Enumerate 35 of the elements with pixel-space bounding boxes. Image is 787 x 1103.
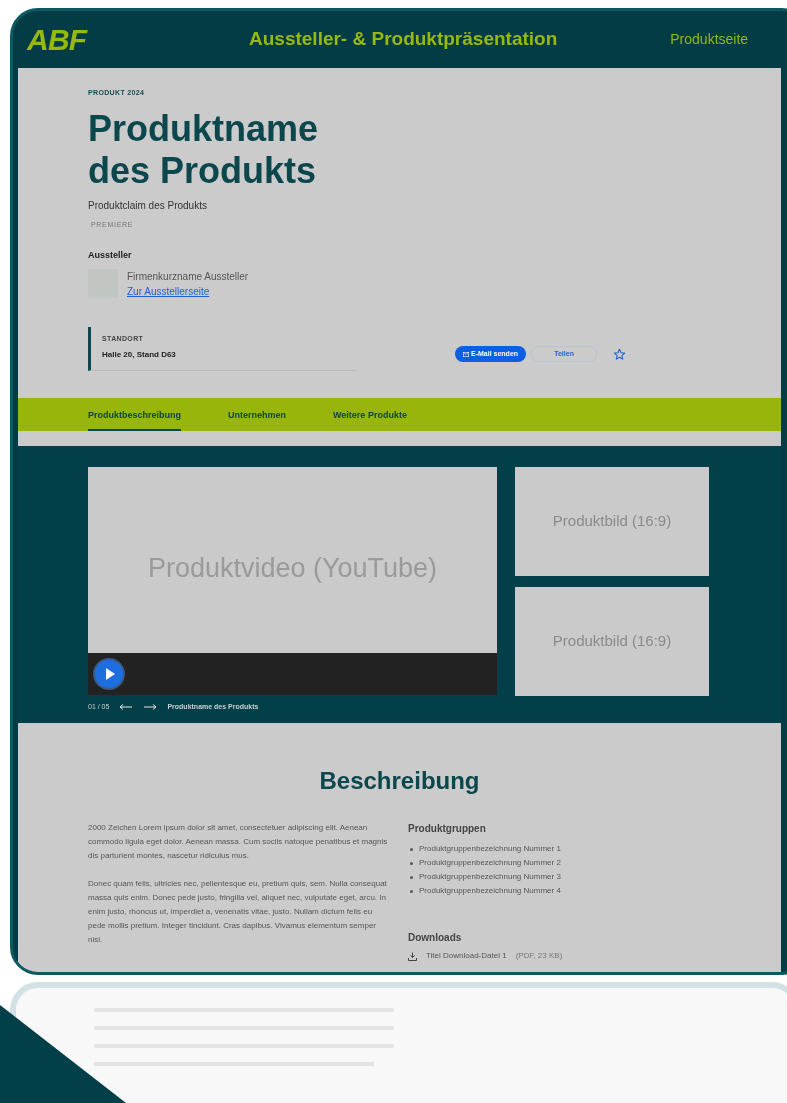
tab[interactable]: Unternehmen [228, 403, 287, 431]
product-claim: Produktclaim des Produkts [88, 198, 208, 213]
list-item: Produktgruppenbezeichnung Nummer 4 [419, 885, 561, 897]
downloads-heading: Downloads [408, 931, 463, 945]
paragraph: Donec quam felis, ultricies nec, pellentesque eu, pretium quis, sem. Nulla consequat massa quis enim. Donec pede justo, fringilla vel, aliquet nec, vulputate eget, arcu. In enim justo, rhoncus ut, imperdiet a, venenatis vitae, justo. Nullam dictum felis eu pede mollis pretium. Integer tincidunt. Cras dapibus. Vivamus elementum semper nisi. [88, 878, 388, 946]
product-name: Produktname des Produkts [88, 107, 320, 192]
download-icon[interactable] [408, 951, 417, 961]
bullet-icon [410, 889, 413, 893]
bullet-icon [410, 861, 413, 865]
star-icon[interactable] [613, 347, 627, 361]
bullet-icon [410, 847, 413, 851]
location-value: Halle 20, Stand D63 [102, 349, 177, 361]
exhibitor-label: Aussteller [88, 249, 133, 262]
arrow-right-icon[interactable] [143, 704, 158, 711]
image-placeholder-label: Produktbild (16:9) [552, 511, 672, 532]
nav-link[interactable]: Produktseite [670, 29, 749, 50]
file-meta: (PDF, 23 KB) [515, 950, 563, 962]
mail-icon [463, 351, 469, 357]
bullet-icon [410, 875, 413, 879]
play-icon[interactable] [93, 658, 125, 690]
page-title: Aussteller- & Produktpräsentation [249, 27, 558, 52]
logo[interactable]: ABF [27, 17, 117, 62]
list-item: Produktgruppenbezeichnung Nummer 2 [419, 857, 561, 869]
paragraph: 2000 Zeichen Lorem ipsum dolor sit amet, consectetuer adipiscing elit. Aenean commodo ligula eget dolor. Aenean massa. Cum sociis natoque penatibus et magnis dis parturient montes, nascetur ridiculus mus. [88, 822, 389, 862]
groups-heading: Produktgruppen [408, 822, 487, 836]
exhibitor-link[interactable]: Zur Ausstellerseite [127, 283, 249, 299]
tab[interactable]: Weitere Produkte [333, 403, 407, 431]
list-item: Produktgruppenbezeichnung Nummer 3 [419, 871, 561, 883]
list-item: Produktgruppenbezeichnung Nummer 1 [419, 843, 561, 855]
exhibitor-name: Firmenkurzname Aussteller [127, 269, 249, 284]
download-link[interactable]: Titel Download-Datei 1 [426, 950, 507, 962]
section-heading: Beschreibung [318, 766, 481, 796]
image-placeholder-label: Produktbild (16:9) [552, 631, 672, 652]
arrow-left-icon[interactable] [119, 704, 134, 711]
tab[interactable]: Produktbeschreibung [88, 403, 181, 431]
